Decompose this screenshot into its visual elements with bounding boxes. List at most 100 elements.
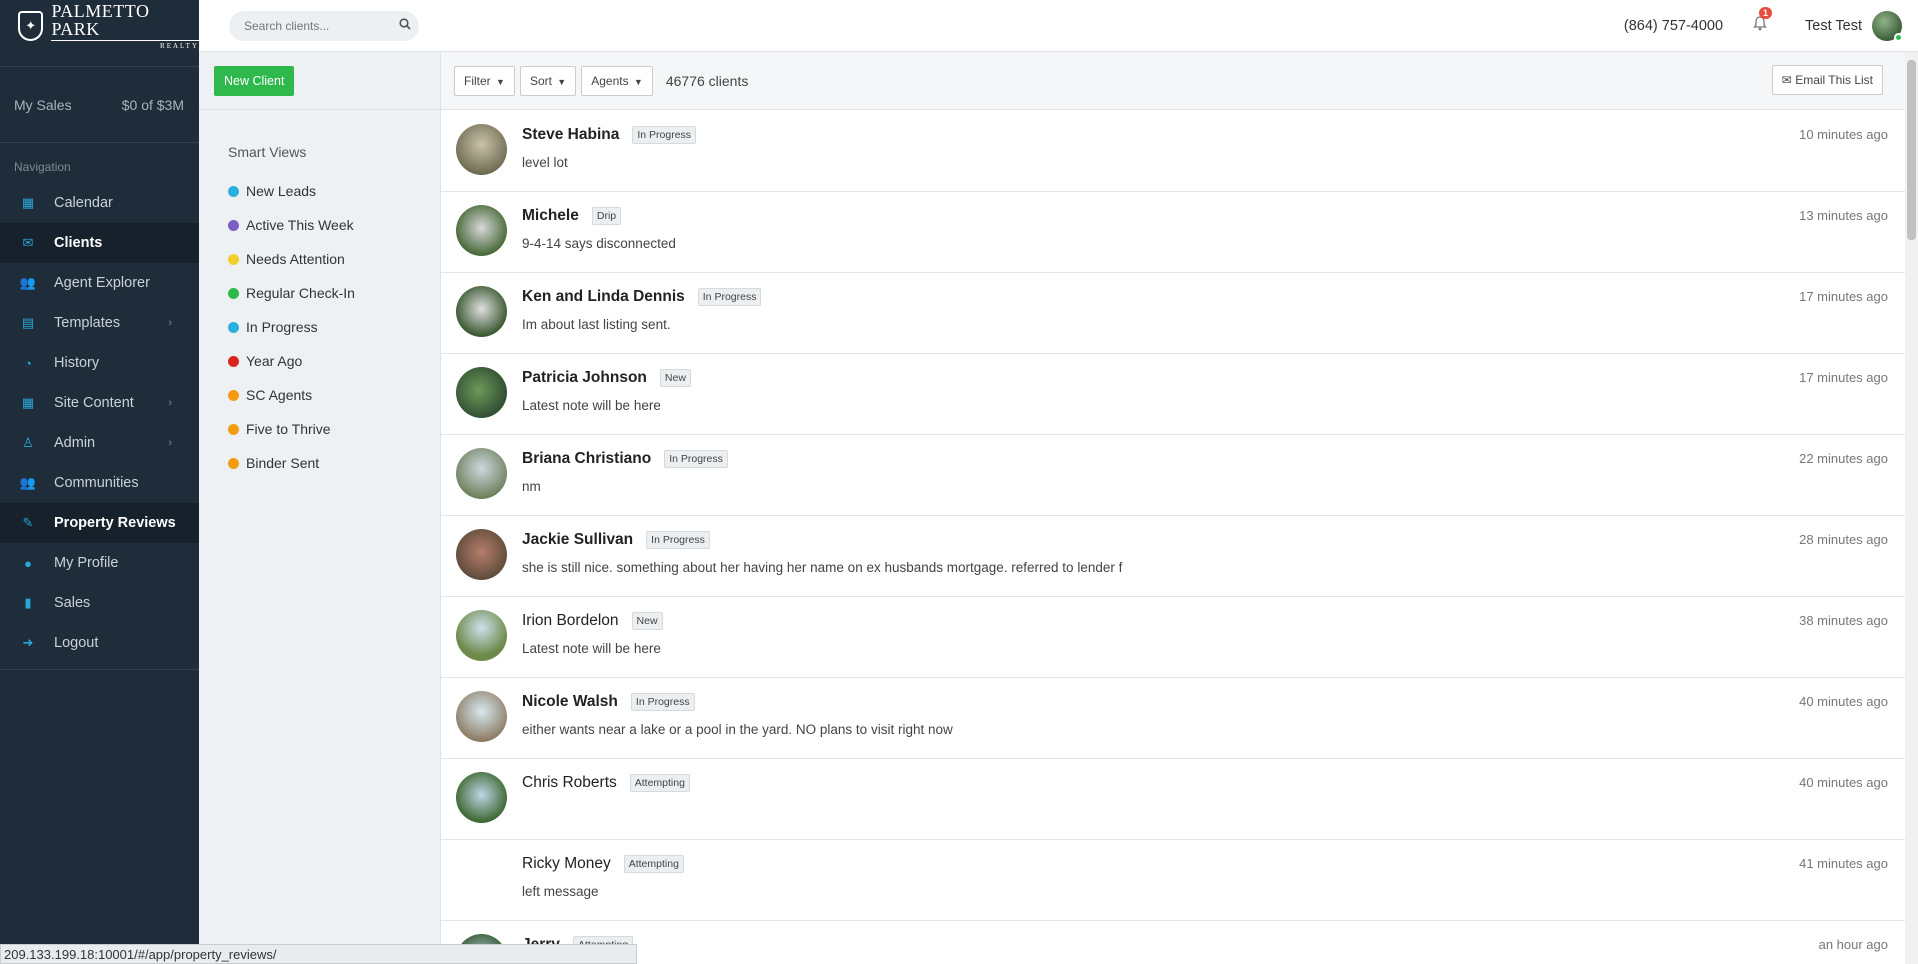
new-client-button[interactable]: New Client (214, 65, 295, 96)
chevron-right-icon: › (168, 437, 172, 449)
users-icon: 👥 (19, 475, 37, 490)
client-avatar[interactable] (456, 367, 507, 418)
smart-view-sc-agents[interactable]: SC Agents (199, 378, 440, 412)
user-outline-icon: ♙ (22, 435, 34, 450)
sidebar-item-my-profile[interactable]: ● My Profile (0, 543, 199, 583)
bar-chart-icon: ▮ (24, 595, 32, 610)
client-avatar[interactable] (456, 772, 507, 823)
sidebar-item-admin[interactable]: ♙ Admin › (0, 423, 199, 463)
client-name[interactable]: Michele (522, 207, 579, 225)
smart-view-new-leads[interactable]: New Leads (199, 174, 440, 208)
sidebar-item-site-content[interactable]: ▦ Site Content › (0, 383, 199, 423)
client-name[interactable]: Ricky Money (522, 855, 611, 873)
client-name[interactable]: Irion Bordelon (522, 612, 619, 630)
table-row[interactable]: Ken and Linda Dennis In Progress Im abou… (441, 273, 1905, 354)
smart-view-regular-check-in[interactable]: Regular Check-In (199, 276, 440, 310)
rss-icon: ◔ (24, 355, 32, 371)
smart-view-label: Binder Sent (246, 455, 320, 471)
client-list-panel: Filter ▼ Sort ▼ Agents ▼ 46776 clients ✉… (441, 52, 1918, 964)
sidebar-item-property-reviews[interactable]: ✎ Property Reviews (0, 503, 199, 543)
client-name[interactable]: Briana Christiano (522, 450, 651, 468)
table-row[interactable]: Steve Habina In Progress level lot 10 mi… (441, 111, 1905, 192)
sidebar-item-communities[interactable]: 👥 Communities (0, 463, 199, 503)
smart-view-needs-attention[interactable]: Needs Attention (199, 242, 440, 276)
table-row[interactable]: Patricia Johnson New Latest note will be… (441, 354, 1905, 435)
filter-label: Filter (464, 73, 491, 88)
brand-name: PALMETTO PARK (51, 2, 199, 41)
status-badge: In Progress (664, 450, 728, 468)
sidebar-item-label: Calendar (54, 195, 113, 211)
sidebar-item-agent-explorer[interactable]: 👥 Agent Explorer (0, 263, 199, 303)
sidebar-item-logout[interactable]: ➜ Logout (0, 623, 199, 663)
color-dot-icon (228, 389, 239, 401)
notification-count: 1 (1759, 7, 1773, 19)
client-name[interactable]: Chris Roberts (522, 774, 617, 792)
table-row[interactable]: Irion Bordelon New Latest note will be h… (441, 597, 1905, 678)
agents-dropdown[interactable]: Agents ▼ (581, 65, 653, 96)
sidebar-item-templates[interactable]: ▤ Templates › (0, 303, 199, 343)
my-sales-value: $0 of $3M (121, 96, 184, 113)
smart-view-in-progress[interactable]: In Progress (199, 310, 440, 344)
table-row[interactable]: Briana Christiano In Progress nm 22 minu… (441, 435, 1905, 516)
sidebar-item-calendar[interactable]: ▦ Calendar (0, 183, 199, 223)
client-avatar[interactable] (456, 205, 507, 256)
client-name-row: Jackie Sullivan In Progress (522, 531, 710, 549)
timestamp: 17 minutes ago (1799, 370, 1888, 385)
status-badge: New (659, 369, 691, 387)
color-dot-icon (228, 423, 239, 435)
sort-dropdown[interactable]: Sort ▼ (519, 65, 577, 96)
sidebar-item-label: Property Reviews (54, 515, 176, 531)
client-avatar[interactable] (456, 610, 507, 661)
client-count: 46776 clients (665, 72, 749, 89)
client-avatar[interactable] (456, 448, 507, 499)
client-avatar[interactable] (456, 691, 507, 742)
smart-view-year-ago[interactable]: Year Ago (199, 344, 440, 378)
client-name[interactable]: Ken and Linda Dennis (522, 288, 685, 306)
scrollbar[interactable] (1905, 52, 1918, 964)
sidebar-item-sales[interactable]: ▮ Sales (0, 583, 199, 623)
brand-logo[interactable]: ✦ PALMETTO PARK REALTY (0, 0, 199, 52)
timestamp: 41 minutes ago (1799, 856, 1888, 871)
status-badge: New (631, 612, 663, 630)
file-icon: ▤ (21, 315, 35, 330)
client-avatar[interactable] (456, 124, 507, 175)
table-row[interactable]: Jackie Sullivan In Progress she is still… (441, 516, 1905, 597)
table-row[interactable]: Nicole Walsh In Progress either wants ne… (441, 678, 1905, 759)
chevron-right-icon: › (168, 397, 172, 409)
chevron-right-icon: › (168, 317, 172, 329)
client-name-row: Patricia Johnson New (522, 369, 691, 387)
timestamp: 40 minutes ago (1799, 694, 1888, 709)
filter-dropdown[interactable]: Filter ▼ (454, 65, 515, 96)
client-avatar[interactable] (456, 529, 507, 580)
color-dot-icon (228, 321, 239, 333)
client-name[interactable]: Nicole Walsh (522, 693, 618, 711)
notifications-button[interactable]: 1 (1753, 7, 1773, 35)
client-name[interactable]: Patricia Johnson (522, 369, 647, 387)
sidebar-item-history[interactable]: ◔ History (0, 343, 199, 383)
search-input[interactable] (244, 18, 399, 33)
sidebar-item-clients[interactable]: ✉ Clients (0, 223, 199, 263)
client-avatar[interactable] (456, 286, 507, 337)
users-icon: 👥 (19, 275, 37, 290)
table-row[interactable]: Jerry Attempting an hour ago (441, 921, 1905, 964)
user-name[interactable]: Test Test (1805, 18, 1862, 34)
avatar[interactable] (1872, 10, 1903, 42)
table-row[interactable]: Ricky Money Attempting left message 41 m… (441, 840, 1905, 921)
sidebar-item-label: Sales (54, 595, 91, 611)
table-row[interactable]: Chris Roberts Attempting 40 minutes ago (441, 759, 1905, 840)
client-note: 9-4-14 says disconnected (522, 236, 676, 251)
client-avatar[interactable] (456, 853, 507, 904)
sidebar-item-label: Agent Explorer (54, 275, 150, 291)
client-name[interactable]: Jackie Sullivan (522, 531, 633, 549)
smart-view-five-to-thrive[interactable]: Five to Thrive (199, 412, 440, 446)
email-list-button[interactable]: ✉ Email This List (1771, 65, 1883, 95)
table-row[interactable]: Michele Drip 9-4-14 says disconnected 13… (441, 192, 1905, 273)
scrollbar-thumb[interactable] (1907, 60, 1916, 240)
smart-view-binder-sent[interactable]: Binder Sent (199, 446, 440, 480)
client-name[interactable]: Steve Habina (522, 126, 619, 144)
online-status-dot (1894, 32, 1903, 42)
smart-view-active-this-week[interactable]: Active This Week (199, 208, 440, 242)
search-icon[interactable] (399, 18, 411, 33)
my-sales[interactable]: My Sales $0 of $3M (0, 66, 199, 143)
client-note: nm (522, 479, 541, 494)
